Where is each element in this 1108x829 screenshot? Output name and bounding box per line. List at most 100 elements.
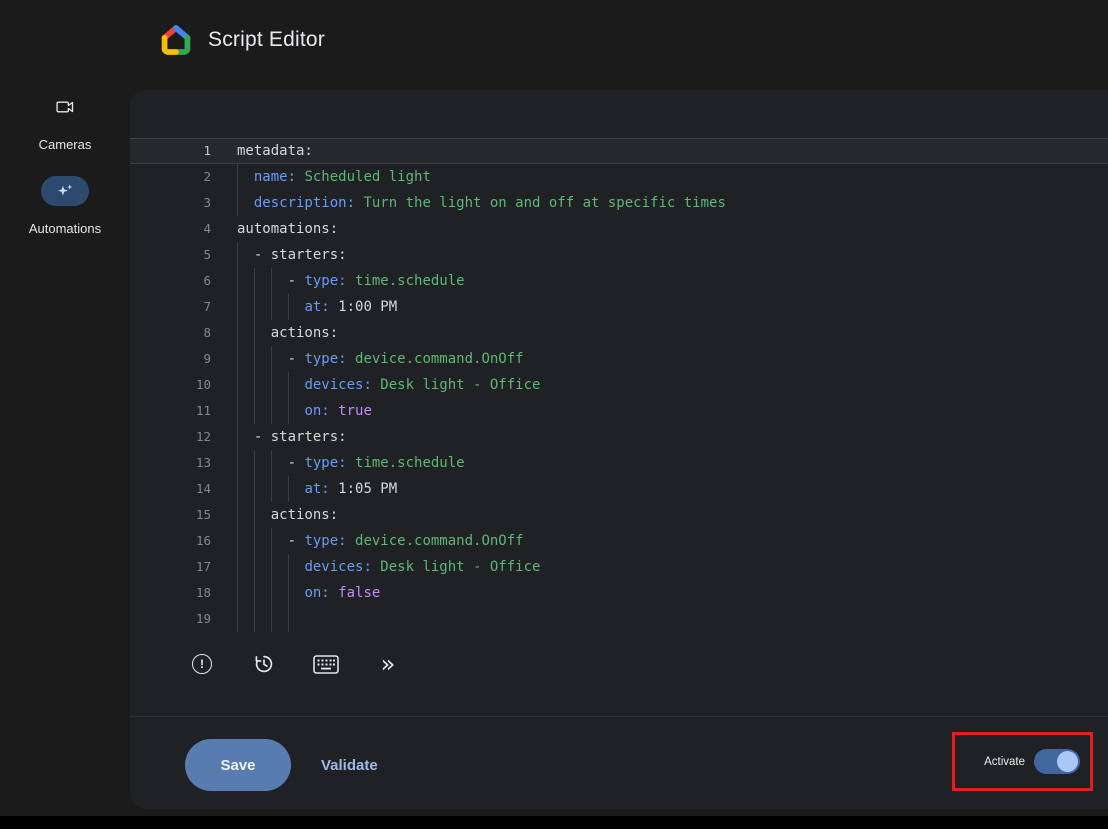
code-line[interactable]: 2 name: Scheduled light: [130, 164, 1108, 190]
history-icon: [253, 653, 275, 675]
line-number: 5: [130, 242, 211, 268]
indent-guide-line: [288, 580, 289, 606]
indent-guide-line: [237, 164, 238, 190]
indent-guide-line: [237, 398, 238, 424]
code-line[interactable]: 8 actions:: [130, 320, 1108, 346]
indent-guide-line: [254, 554, 255, 580]
line-number: 6: [130, 268, 211, 294]
sidebar: Cameras Automations: [0, 92, 130, 260]
code-text: [237, 606, 1108, 632]
indent-guide-line: [288, 372, 289, 398]
line-number: 18: [130, 580, 211, 606]
code-text: devices: Desk light - Office: [237, 372, 1108, 398]
code-line[interactable]: 1metadata:: [130, 138, 1108, 164]
indent-guide-line: [288, 294, 289, 320]
validate-button[interactable]: Validate: [321, 757, 378, 774]
indent-guide-line: [271, 580, 272, 606]
indent-guide-line: [237, 242, 238, 268]
camera-icon: [41, 92, 89, 122]
indent-guide-line: [271, 450, 272, 476]
indent-guide-line: [288, 606, 289, 632]
code-text: name: Scheduled light: [237, 164, 1108, 190]
line-number: 1: [130, 138, 211, 164]
code-line[interactable]: 19: [130, 606, 1108, 632]
toggle-knob: [1057, 751, 1078, 772]
sidebar-item-cameras[interactable]: Cameras: [39, 92, 92, 152]
line-number: 2: [130, 164, 211, 190]
indent-guide-line: [254, 476, 255, 502]
indent-guide-line: [237, 372, 238, 398]
indent-guide-line: [237, 268, 238, 294]
code-line[interactable]: 15 actions:: [130, 502, 1108, 528]
code-text: at: 1:00 PM: [237, 294, 1108, 320]
activate-toggle[interactable]: [1034, 749, 1080, 774]
indent-guide-line: [271, 294, 272, 320]
code-line[interactable]: 3 description: Turn the light on and off…: [130, 190, 1108, 216]
sidebar-item-label: Automations: [29, 221, 101, 236]
code-line[interactable]: 11 on: true: [130, 398, 1108, 424]
indent-guide-line: [237, 294, 238, 320]
code-text: - starters:: [237, 242, 1108, 268]
indent-guide-line: [254, 398, 255, 424]
sidebar-item-label: Cameras: [39, 137, 92, 152]
keyboard-button[interactable]: [312, 650, 340, 678]
indent-guide-line: [237, 424, 238, 450]
code-line[interactable]: 5 - starters:: [130, 242, 1108, 268]
indent-guide-line: [254, 294, 255, 320]
line-number: 8: [130, 320, 211, 346]
google-home-logo-icon: [160, 24, 192, 56]
code-line[interactable]: 7 at: 1:00 PM: [130, 294, 1108, 320]
double-chevron-icon: »: [381, 652, 396, 676]
indent-guide-line: [254, 346, 255, 372]
indent-guide-line: [271, 346, 272, 372]
code-line[interactable]: 12 - starters:: [130, 424, 1108, 450]
indent-guide-line: [254, 372, 255, 398]
history-button[interactable]: [250, 650, 278, 678]
code-editor[interactable]: 1metadata:2 name: Scheduled light3 descr…: [130, 138, 1108, 632]
keyboard-icon: [313, 655, 339, 674]
code-text: on: true: [237, 398, 1108, 424]
problems-icon: !: [192, 654, 212, 674]
code-text: - type: device.command.OnOff: [237, 528, 1108, 554]
problems-button[interactable]: !: [188, 650, 216, 678]
indent-guide-line: [254, 580, 255, 606]
indent-guide-line: [271, 554, 272, 580]
code-line[interactable]: 4automations:: [130, 216, 1108, 242]
code-line[interactable]: 14 at: 1:05 PM: [130, 476, 1108, 502]
line-number: 19: [130, 606, 211, 632]
indent-guide-line: [237, 450, 238, 476]
indent-guide-line: [254, 320, 255, 346]
page-title: Script Editor: [208, 28, 325, 52]
code-text: description: Turn the light on and off a…: [237, 190, 1108, 216]
bottom-black-strip: [0, 816, 1108, 829]
code-text: - starters:: [237, 424, 1108, 450]
sidebar-item-automations[interactable]: Automations: [29, 176, 101, 236]
save-button[interactable]: Save: [185, 739, 291, 791]
indent-guide-line: [237, 320, 238, 346]
code-line[interactable]: 17 devices: Desk light - Office: [130, 554, 1108, 580]
code-line[interactable]: 9 - type: device.command.OnOff: [130, 346, 1108, 372]
editor-panel: 1metadata:2 name: Scheduled light3 descr…: [130, 90, 1108, 809]
code-line[interactable]: 16 - type: device.command.OnOff: [130, 528, 1108, 554]
indent-guide-line: [254, 606, 255, 632]
indent-guide-line: [237, 190, 238, 216]
indent-guide-line: [271, 528, 272, 554]
sparkle-icon: [41, 176, 89, 206]
code-text: actions:: [237, 320, 1108, 346]
code-line[interactable]: 18 on: false: [130, 580, 1108, 606]
indent-guide-line: [288, 554, 289, 580]
indent-guide-line: [271, 398, 272, 424]
script-editor-app: Script Editor Cameras Automations 1meta: [0, 0, 1108, 829]
indent-guide-line: [271, 476, 272, 502]
indent-guide-line: [254, 450, 255, 476]
code-line[interactable]: 6 - type: time.schedule: [130, 268, 1108, 294]
code-text: at: 1:05 PM: [237, 476, 1108, 502]
more-button[interactable]: »: [374, 650, 402, 678]
activate-label: Activate: [984, 756, 1025, 768]
code-line[interactable]: 10 devices: Desk light - Office: [130, 372, 1108, 398]
code-text: - type: time.schedule: [237, 450, 1108, 476]
code-lines: 1metadata:2 name: Scheduled light3 descr…: [130, 138, 1108, 632]
code-line[interactable]: 13 - type: time.schedule: [130, 450, 1108, 476]
activate-annotation-box: Activate: [952, 732, 1093, 791]
footer-actions: Save Validate: [185, 738, 378, 792]
